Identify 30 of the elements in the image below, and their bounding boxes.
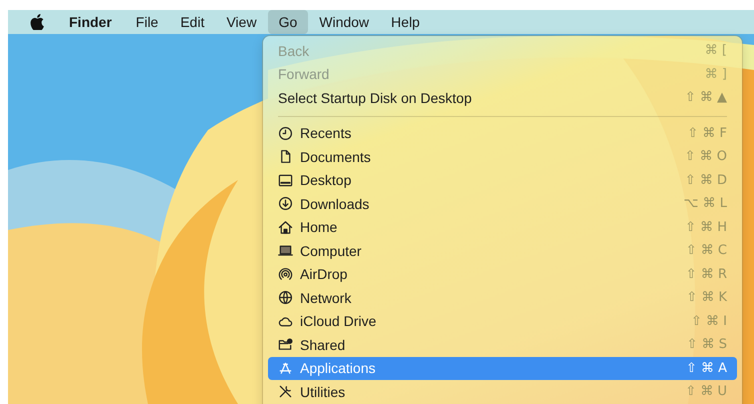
document-icon [278, 149, 293, 164]
menu-title[interactable]: Go [268, 10, 308, 34]
folder-icon [278, 337, 293, 352]
menu-item[interactable]: Computer ⇧ ⌘ C [268, 239, 737, 262]
apple-icon[interactable] [30, 14, 44, 30]
signal-icon [278, 266, 293, 282]
menu-item[interactable]: Network ⇧ ⌘ K [268, 286, 737, 310]
download-icon [278, 196, 293, 212]
menu-title[interactable]: Window [308, 10, 380, 34]
menu-item[interactable]: Desktop ⇧ ⌘ D [268, 168, 737, 192]
menu-item[interactable]: Recents ⇧ ⌘ F [268, 122, 737, 145]
house-icon [278, 220, 293, 235]
menu-item[interactable]: Shared ⇧ ⌘ S [268, 333, 737, 356]
clock-icon [278, 126, 293, 141]
tools-icon [278, 384, 293, 400]
menu-item[interactable]: Utilities ⇧ ⌘ U [268, 380, 737, 404]
menu-item[interactable]: Downloads ⌥ ⌘ L [268, 192, 737, 216]
menu-title[interactable]: Help [380, 10, 431, 34]
menu-title[interactable]: Finder [58, 10, 123, 34]
display-icon [278, 172, 293, 188]
menu-item[interactable]: Home ⇧ ⌘ H [268, 216, 737, 239]
globe-icon [278, 290, 293, 306]
menu-item[interactable]: Select Startup Disk on Desktop ⇧ ⌘ ▲ [268, 86, 737, 110]
menu-title[interactable]: Edit [169, 10, 216, 34]
menu-title[interactable]: File [124, 10, 170, 34]
menu-item[interactable]: iCloud Drive ⇧ ⌘ I [268, 310, 737, 333]
laptop-icon [278, 243, 293, 258]
menu-item[interactable]: Documents ⇧ ⌘ O [268, 145, 737, 168]
menu-title[interactable]: View [215, 10, 268, 34]
menu-item[interactable]: AirDrop ⇧ ⌘ R [268, 262, 737, 286]
